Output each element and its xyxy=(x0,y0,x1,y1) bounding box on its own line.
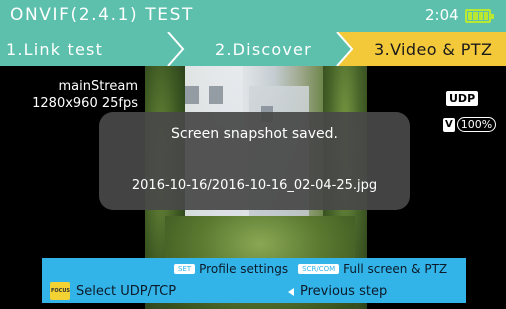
device-screen: ONVIF(2.4.1) TEST 2:04 1.Link test 2.Dis… xyxy=(0,0,506,309)
select-protocol-hint[interactable]: Select UDP/TCP xyxy=(76,284,176,299)
volume-level: 100% xyxy=(456,117,497,132)
snapshot-toast: Screen snapshot saved. 2016-10-16/2016-1… xyxy=(99,112,410,210)
left-arrow-icon xyxy=(288,287,294,296)
set-key-icon: SET xyxy=(174,264,196,274)
step-video-ptz[interactable]: 3.Video & PTZ xyxy=(374,40,492,59)
title-bar: ONVIF(2.4.1) TEST 2:04 xyxy=(0,0,506,32)
step-bar: 1.Link test 2.Discover 3.Video & PTZ xyxy=(0,32,506,66)
toast-title: Screen snapshot saved. xyxy=(171,126,338,142)
clock: 2:04 xyxy=(425,6,459,24)
stream-name: mainStream xyxy=(58,79,138,94)
protocol-badge[interactable]: UDP xyxy=(446,91,479,106)
stream-resolution: 1280x960 25fps xyxy=(32,96,138,111)
volume-icon: V xyxy=(443,117,455,132)
previous-step-label: Previous step xyxy=(300,284,388,299)
video-view[interactable]: mainStream 1280x960 25fps UDP V 100% Scr… xyxy=(0,66,506,309)
toast-file-path: 2016-10-16/2016-10-16_02-04-25.jpg xyxy=(131,178,378,193)
step-discover[interactable]: 2.Discover xyxy=(215,40,312,59)
help-row-top: SET Profile settings SCR/COM Full screen… xyxy=(174,262,447,276)
stream-info: mainStream 1280x960 25fps xyxy=(32,78,138,112)
profile-settings-hint[interactable]: Profile settings xyxy=(199,262,288,276)
help-bar: SET Profile settings SCR/COM Full screen… xyxy=(42,258,466,303)
step-link-test[interactable]: 1.Link test xyxy=(6,40,103,59)
full-screen-ptz-hint[interactable]: Full screen & PTZ xyxy=(343,262,447,276)
previous-step-hint[interactable]: Previous step xyxy=(288,284,387,299)
help-row-bottom: FOCUS Select UDP/TCP xyxy=(50,282,176,300)
battery-icon xyxy=(465,9,494,23)
app-title: ONVIF(2.4.1) TEST xyxy=(10,5,194,25)
scr-com-key-icon: SCR/COM xyxy=(298,264,340,274)
focus-key-icon: FOCUS xyxy=(50,282,70,300)
volume-indicator[interactable]: V 100% xyxy=(443,117,497,132)
